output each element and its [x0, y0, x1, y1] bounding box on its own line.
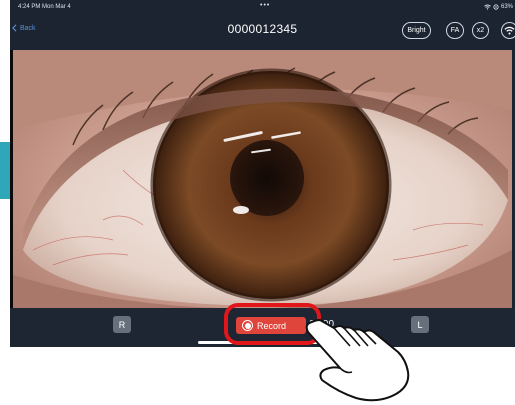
- bright-button[interactable]: Bright: [402, 22, 431, 39]
- record-label: Record: [257, 320, 287, 331]
- multitasking-dots[interactable]: •••: [260, 2, 270, 9]
- record-button[interactable]: Record: [236, 317, 306, 334]
- capture-toolbar: R Record 00:00 L: [10, 308, 515, 347]
- right-eye-button[interactable]: R: [113, 316, 131, 333]
- page-title-patient-id: 0000012345: [227, 22, 298, 36]
- nav-bar: Back 0000012345 Bright FA x2: [10, 14, 515, 50]
- status-time: 4:24 PM Mon Mar 4: [18, 4, 71, 10]
- fa-button[interactable]: FA: [446, 22, 464, 39]
- tablet-screen: 4:24 PM Mon Mar 4 ••• 63% Back 000001234…: [10, 0, 515, 347]
- device-bezel-edge: [10, 50, 13, 308]
- status-bar: 4:24 PM Mon Mar 4 ••• 63%: [10, 0, 515, 14]
- wifi-icon: [504, 26, 515, 35]
- record-timer: 00:00: [309, 319, 335, 330]
- eye-image: [13, 50, 512, 308]
- status-indicators: 63%: [484, 4, 513, 10]
- home-indicator[interactable]: [198, 341, 328, 344]
- battery-percent: 63%: [500, 4, 513, 10]
- zoom-button[interactable]: x2: [472, 22, 489, 39]
- wifi-button[interactable]: [501, 22, 515, 39]
- left-eye-button[interactable]: L: [411, 316, 429, 333]
- status-location-icon: [493, 4, 499, 10]
- eye-camera-view[interactable]: [13, 50, 512, 308]
- tutorial-screenshot: 4:24 PM Mon Mar 4 ••• 63% Back 000001234…: [0, 0, 515, 405]
- status-wifi-icon: [484, 4, 491, 10]
- record-dot-icon: [242, 320, 253, 331]
